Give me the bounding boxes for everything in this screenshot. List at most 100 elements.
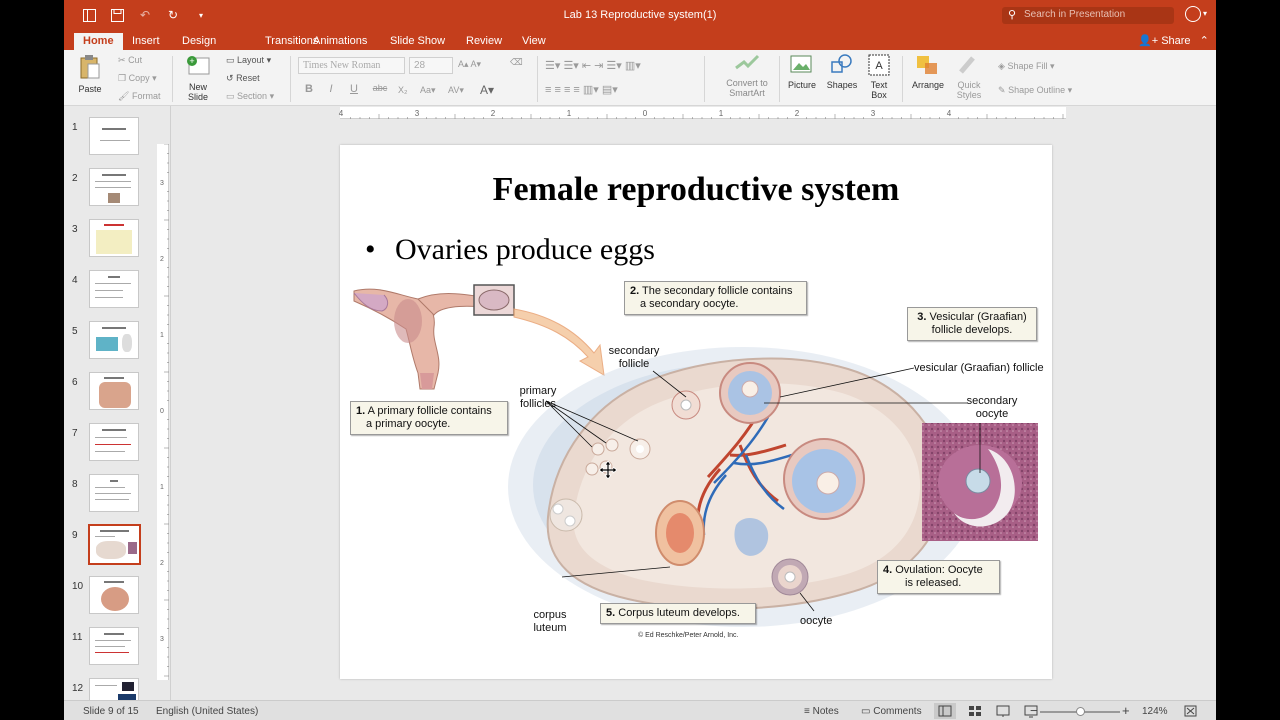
new-slide-button[interactable]: + New Slide [180, 54, 216, 102]
format-painter-button[interactable]: 🖌 Format [118, 91, 160, 102]
search-placeholder: Search in Presentation [1024, 9, 1126, 20]
slide-title[interactable]: Female reproductive system [340, 171, 1052, 209]
vertical-ruler: 3 2 1 0 1 2 3 [157, 144, 169, 680]
thumbnail-slide-6[interactable]: 6 [64, 367, 170, 411]
thumbnail-image [89, 423, 139, 461]
quick-styles-button[interactable]: Quick Styles [952, 54, 986, 100]
thumbnail-slide-4[interactable]: 4 [64, 265, 170, 309]
feedback-smiley-icon[interactable] [1185, 6, 1201, 22]
shape-outline-button[interactable]: ✎ Shape Outline ▾ [998, 85, 1072, 96]
font-name-select[interactable]: Times New Roman [298, 57, 405, 74]
grow-font-icon[interactable]: A▴ A▾ [458, 59, 481, 70]
tab-slide-show[interactable]: Slide Show [381, 33, 454, 50]
tab-design[interactable]: Design [173, 33, 225, 50]
svg-text:1: 1 [160, 484, 164, 491]
shape-fill-button[interactable]: ◈ Shape Fill ▾ [998, 61, 1055, 72]
font-size-select[interactable]: 28 [409, 57, 453, 74]
picture-button[interactable]: Picture [784, 54, 820, 90]
tab-review[interactable]: Review [457, 33, 511, 50]
search-input[interactable]: ⚲ Search in Presentation [1002, 7, 1174, 24]
tab-animations[interactable]: Animations [304, 33, 376, 50]
align-icons[interactable]: ≡ ≡ ≡ ≡ ▥▾ ▤▾ [545, 83, 618, 96]
section-button[interactable]: ▭ Section ▾ [226, 91, 274, 102]
image-credit: © Ed Reschke/Peter Arnold, Inc. [638, 632, 739, 639]
arrange-icon [917, 56, 937, 74]
feedback-caret-icon[interactable]: ▾ [1203, 9, 1207, 18]
layout-button[interactable]: ▭ Layout ▾ [226, 55, 271, 66]
thumbnail-slide-8[interactable]: 8 [64, 469, 170, 513]
comments-button[interactable]: ▭ Comments [861, 706, 922, 717]
thumbnail-slide-7[interactable]: 7 [64, 418, 170, 462]
normal-view-button[interactable] [934, 703, 956, 719]
zoom-slider-knob[interactable] [1076, 707, 1085, 716]
thumbnail-image [89, 117, 139, 155]
thumbnail-image [89, 321, 139, 359]
notes-button[interactable]: ≡ Notes [804, 706, 839, 717]
thumbnail-image [89, 372, 139, 410]
reading-view-button[interactable] [992, 703, 1014, 719]
underline-button[interactable]: U [345, 83, 363, 99]
superscript-icon[interactable]: X₂ [398, 85, 408, 95]
ovary-figure[interactable]: 1. A primary follicle contains a primary… [348, 277, 1052, 647]
normal-view-icon [938, 705, 952, 717]
bullets-icon[interactable]: ☰▾ ☰▾ ⇤ ⇥ ☰▾ ▥▾ [545, 59, 641, 72]
picture-icon [790, 55, 812, 73]
callout-secondary-follicle: 2. The secondary follicle contains a sec… [624, 281, 807, 315]
move-cursor-icon [599, 461, 617, 479]
reset-button[interactable]: ↺ Reset [226, 73, 260, 84]
slide-bullet[interactable]: • Ovaries produce eggs [365, 233, 655, 267]
svg-text:3: 3 [160, 180, 164, 187]
zoom-in-button[interactable]: + [1122, 703, 1130, 718]
thumbnail-slide-11[interactable]: 11 [64, 622, 170, 666]
zoom-level[interactable]: 124% [1142, 706, 1168, 717]
collapse-ribbon-icon[interactable]: ⌃ [1200, 35, 1209, 47]
tab-home[interactable]: Home [74, 33, 123, 50]
bold-button[interactable]: B [300, 83, 318, 99]
shapes-button[interactable]: Shapes [824, 54, 860, 90]
share-button[interactable]: 👤+ Share ⌃ [1138, 34, 1209, 47]
slide-thumbnails-panel[interactable]: 1 2 3 4 5 6 7 8 9 10 11 12 [64, 106, 170, 700]
font-color-icon[interactable]: A▾ [480, 83, 494, 97]
cut-button[interactable]: ✂ Cut [118, 55, 142, 66]
thumbnail-slide-9[interactable]: 9 [64, 520, 170, 565]
italic-button[interactable]: I [322, 83, 340, 99]
convert-smartart-button[interactable]: Convert to SmartArt [719, 54, 775, 98]
thumbnail-image [89, 678, 139, 700]
clear-format-icon[interactable]: ⌫ [510, 57, 523, 68]
callout-vesicular-follicle: 3. Vesicular (Graafian) follicle develop… [907, 307, 1037, 341]
arrange-button[interactable]: Arrange [908, 54, 948, 90]
svg-text:0: 0 [160, 408, 164, 415]
change-case-icon[interactable]: Aa▾ [420, 85, 436, 96]
fit-slide-button[interactable] [1180, 703, 1202, 719]
grid-icon [969, 706, 981, 716]
bullet-dot-icon: • [365, 233, 376, 266]
slide-canvas[interactable]: Female reproductive system • Ovaries prod… [340, 145, 1052, 679]
powerpoint-window: ↶ ↻ ▾ Lab 13 Reproductive system(1) ⚲ Se… [64, 0, 1216, 720]
pane-divider[interactable] [170, 106, 171, 700]
scissors-icon: ✂ [118, 55, 126, 65]
svg-text:2: 2 [160, 560, 164, 567]
text-box-button[interactable]: A Text Box [864, 54, 894, 100]
callout-primary-follicle: 1. A primary follicle contains a primary… [350, 401, 508, 435]
char-spacing-icon[interactable]: AV▾ [448, 85, 464, 96]
tab-view[interactable]: View [513, 33, 555, 50]
language-indicator[interactable]: English (United States) [156, 706, 258, 717]
callout-corpus-luteum: 5. Corpus luteum develops. [600, 603, 756, 624]
paste-button[interactable]: Paste [76, 54, 104, 94]
title-bar: ↶ ↻ ▾ Lab 13 Reproductive system(1) ⚲ Se… [64, 0, 1216, 32]
callout-ovulation: 4. Ovulation: Oocyte is released. [877, 560, 1000, 594]
thumbnail-slide-10[interactable]: 10 [64, 571, 170, 615]
thumbnail-slide-3[interactable]: 3 [64, 214, 170, 258]
slide-sorter-button[interactable] [964, 703, 986, 719]
thumbnail-slide-5[interactable]: 5 [64, 316, 170, 360]
strikethrough-button[interactable]: abc [368, 83, 392, 99]
thumbnail-slide-1[interactable]: 1 [64, 112, 170, 156]
search-icon: ⚲ [1008, 9, 1017, 21]
thumbnail-slide-12[interactable]: 12 [64, 673, 170, 700]
paint-bucket-icon: ◈ [998, 61, 1005, 71]
zoom-out-button[interactable]: − [1030, 703, 1038, 718]
thumbnail-image [89, 168, 139, 206]
copy-button[interactable]: ❐ Copy ▾ [118, 73, 157, 84]
thumbnail-slide-2[interactable]: 2 [64, 163, 170, 207]
tab-insert[interactable]: Insert [123, 33, 169, 50]
